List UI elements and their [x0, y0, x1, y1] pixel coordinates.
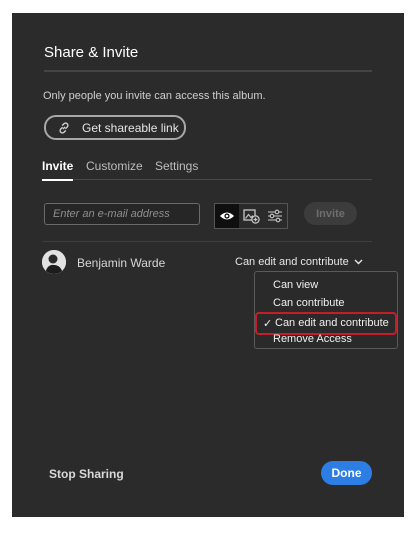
edit-permission-button[interactable]	[263, 204, 287, 228]
view-permission-button[interactable]	[215, 204, 239, 228]
stop-sharing-button[interactable]: Stop Sharing	[49, 467, 124, 481]
email-input[interactable]	[44, 203, 200, 225]
member-name: Benjamin Warde	[77, 256, 166, 270]
menu-item-label: Can view	[273, 279, 319, 291]
chevron-down-icon	[354, 259, 363, 265]
link-icon	[57, 121, 73, 135]
eye-icon	[219, 210, 235, 222]
menu-item-can-edit-and-contribute[interactable]: ✓ Can edit and contribute	[255, 312, 397, 335]
avatar	[42, 250, 66, 274]
checkmark-icon: ✓	[263, 318, 273, 330]
menu-item-remove-access[interactable]: Remove Access	[255, 333, 397, 349]
dialog-title: Share & Invite	[44, 44, 139, 61]
menu-item-can-contribute[interactable]: Can contribute	[255, 297, 397, 313]
add-photo-icon	[242, 208, 260, 224]
access-level-dropdown[interactable]: Can edit and contribute	[235, 256, 363, 268]
active-tab-indicator	[42, 179, 73, 181]
tab-customize[interactable]: Customize	[86, 159, 143, 173]
permission-toggle-group	[214, 203, 288, 229]
menu-item-can-view[interactable]: Can view	[255, 279, 397, 295]
title-divider	[44, 70, 372, 72]
invite-button[interactable]: Invite	[304, 202, 357, 225]
sliders-icon	[267, 209, 283, 223]
menu-item-label: Can contribute	[273, 297, 345, 309]
menu-item-label: Remove Access	[273, 333, 352, 345]
tab-invite[interactable]: Invite	[42, 159, 73, 173]
members-divider	[42, 241, 372, 242]
done-button[interactable]: Done	[321, 461, 372, 485]
get-shareable-link-button[interactable]: Get shareable link	[44, 115, 186, 140]
add-photos-permission-button[interactable]	[239, 204, 263, 228]
share-invite-dialog: Share & Invite Only people you invite ca…	[12, 13, 404, 517]
shareable-link-label: Get shareable link	[82, 120, 179, 135]
menu-item-label: Can edit and contribute	[275, 317, 389, 329]
access-description: Only people you invite can access this a…	[43, 90, 266, 102]
tabs-divider	[42, 179, 372, 180]
access-level-label: Can edit and contribute	[235, 256, 349, 268]
access-level-menu: Can view Can contribute ✓ Can edit and c…	[254, 271, 398, 349]
tab-settings[interactable]: Settings	[155, 159, 198, 173]
